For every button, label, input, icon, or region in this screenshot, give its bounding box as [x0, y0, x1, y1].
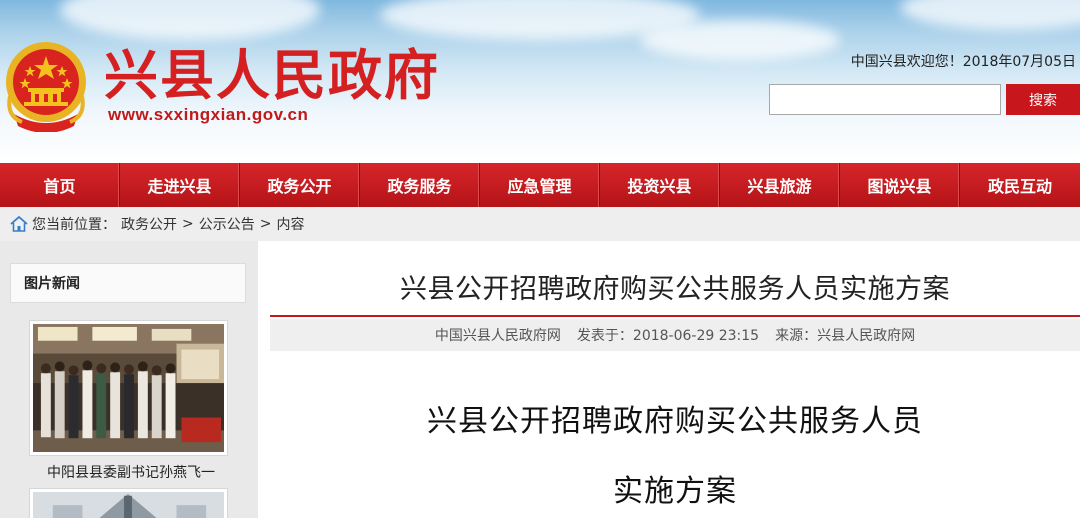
- nav-item-tourism[interactable]: 兴县旅游: [720, 163, 840, 207]
- photo-news-image: [33, 492, 224, 518]
- sidebar: 图片新闻 中阳县县委副书记孙燕飞一: [0, 241, 258, 518]
- article-body-heading: 实施方案: [613, 474, 737, 509]
- breadcrumb-prefix: 您当前位置：: [32, 217, 116, 233]
- cloud-decoration: [640, 20, 840, 60]
- cloud-decoration: [60, 0, 320, 40]
- nav-item-investment[interactable]: 投资兴县: [600, 163, 720, 207]
- cloud-decoration: [900, 0, 1080, 30]
- welcome-text: 中国兴县欢迎您！2018年07月05日: [850, 54, 1076, 70]
- main-nav: 首页 走进兴县 政务公开 政务服务 应急管理 投资兴县 兴县旅游 图说兴县 政民…: [0, 163, 1080, 207]
- photo-news-heading[interactable]: 图片新闻: [10, 263, 246, 303]
- nav-item-about[interactable]: 走进兴县: [120, 163, 240, 207]
- photo-news-image[interactable]: [29, 488, 228, 518]
- article-title: 兴县公开招聘政府购买公共服务人员实施方案: [400, 274, 950, 305]
- search-button[interactable]: 搜索: [1006, 84, 1080, 115]
- nav-item-interaction[interactable]: 政民互动: [960, 163, 1080, 207]
- search-input[interactable]: [769, 84, 1001, 115]
- article-published: 发表于：2018-06-29 23:15: [576, 328, 760, 344]
- photo-news-image[interactable]: [29, 320, 228, 456]
- breadcrumb: 您当前位置： 政务公开 > 公示公告 > 内容: [0, 207, 1080, 241]
- nav-item-gallery[interactable]: 图说兴县: [840, 163, 960, 207]
- national-emblem-icon[interactable]: [0, 36, 92, 132]
- title-divider: [270, 315, 1080, 317]
- nav-item-emergency[interactable]: 应急管理: [480, 163, 600, 207]
- photo-news-image: [33, 324, 224, 452]
- article-meta: 中国兴县人民政府网 发表于：2018-06-29 23:15 来源：兴县人民政府…: [270, 319, 1080, 351]
- article-source: 来源：兴县人民政府网: [775, 328, 916, 344]
- photo-news-caption[interactable]: 中阳县县委副书记孙燕飞一: [24, 462, 238, 482]
- site-url: www.sxxingxian.gov.cn: [108, 105, 309, 124]
- nav-item-government-services[interactable]: 政务服务: [360, 163, 480, 207]
- article-source-site: 中国兴县人民政府网: [434, 328, 561, 344]
- nav-item-government-affairs[interactable]: 政务公开: [240, 163, 360, 207]
- article-panel: 兴县公开招聘政府购买公共服务人员实施方案 中国兴县人民政府网 发表于：2018-…: [258, 241, 1080, 518]
- breadcrumb-separator: >: [259, 216, 272, 232]
- article-body-heading: 兴县公开招聘政府购买公共服务人员: [427, 404, 923, 439]
- breadcrumb-item[interactable]: 公示公告: [199, 214, 255, 234]
- breadcrumb-item[interactable]: 政务公开: [121, 214, 177, 234]
- nav-item-home[interactable]: 首页: [0, 163, 120, 207]
- breadcrumb-item: 内容: [276, 217, 305, 233]
- site-header: 兴县人民政府 www.sxxingxian.gov.cn 中国兴县欢迎您！201…: [0, 0, 1080, 163]
- site-title[interactable]: 兴县人民政府: [104, 44, 440, 106]
- home-icon: [10, 216, 28, 232]
- breadcrumb-separator: >: [182, 216, 194, 232]
